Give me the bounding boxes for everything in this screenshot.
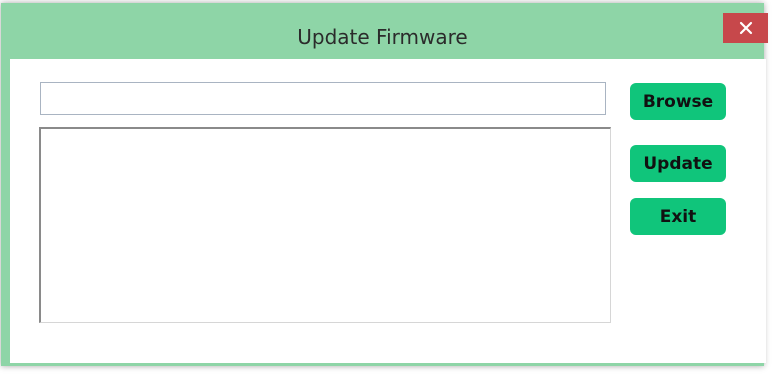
close-icon: [739, 21, 752, 35]
exit-button[interactable]: Exit: [630, 198, 726, 235]
title-bar[interactable]: Update Firmware: [1, 3, 768, 59]
update-firmware-window: Update Firmware Browse Update Exit: [1, 3, 768, 366]
log-output-area[interactable]: [39, 127, 611, 323]
browse-button[interactable]: Browse: [630, 83, 726, 120]
update-button[interactable]: Update: [630, 145, 726, 182]
dialog-body: Browse Update Exit: [10, 59, 766, 363]
window-title: Update Firmware: [297, 25, 468, 49]
file-path-input[interactable]: [40, 82, 606, 115]
close-button[interactable]: [723, 13, 768, 43]
